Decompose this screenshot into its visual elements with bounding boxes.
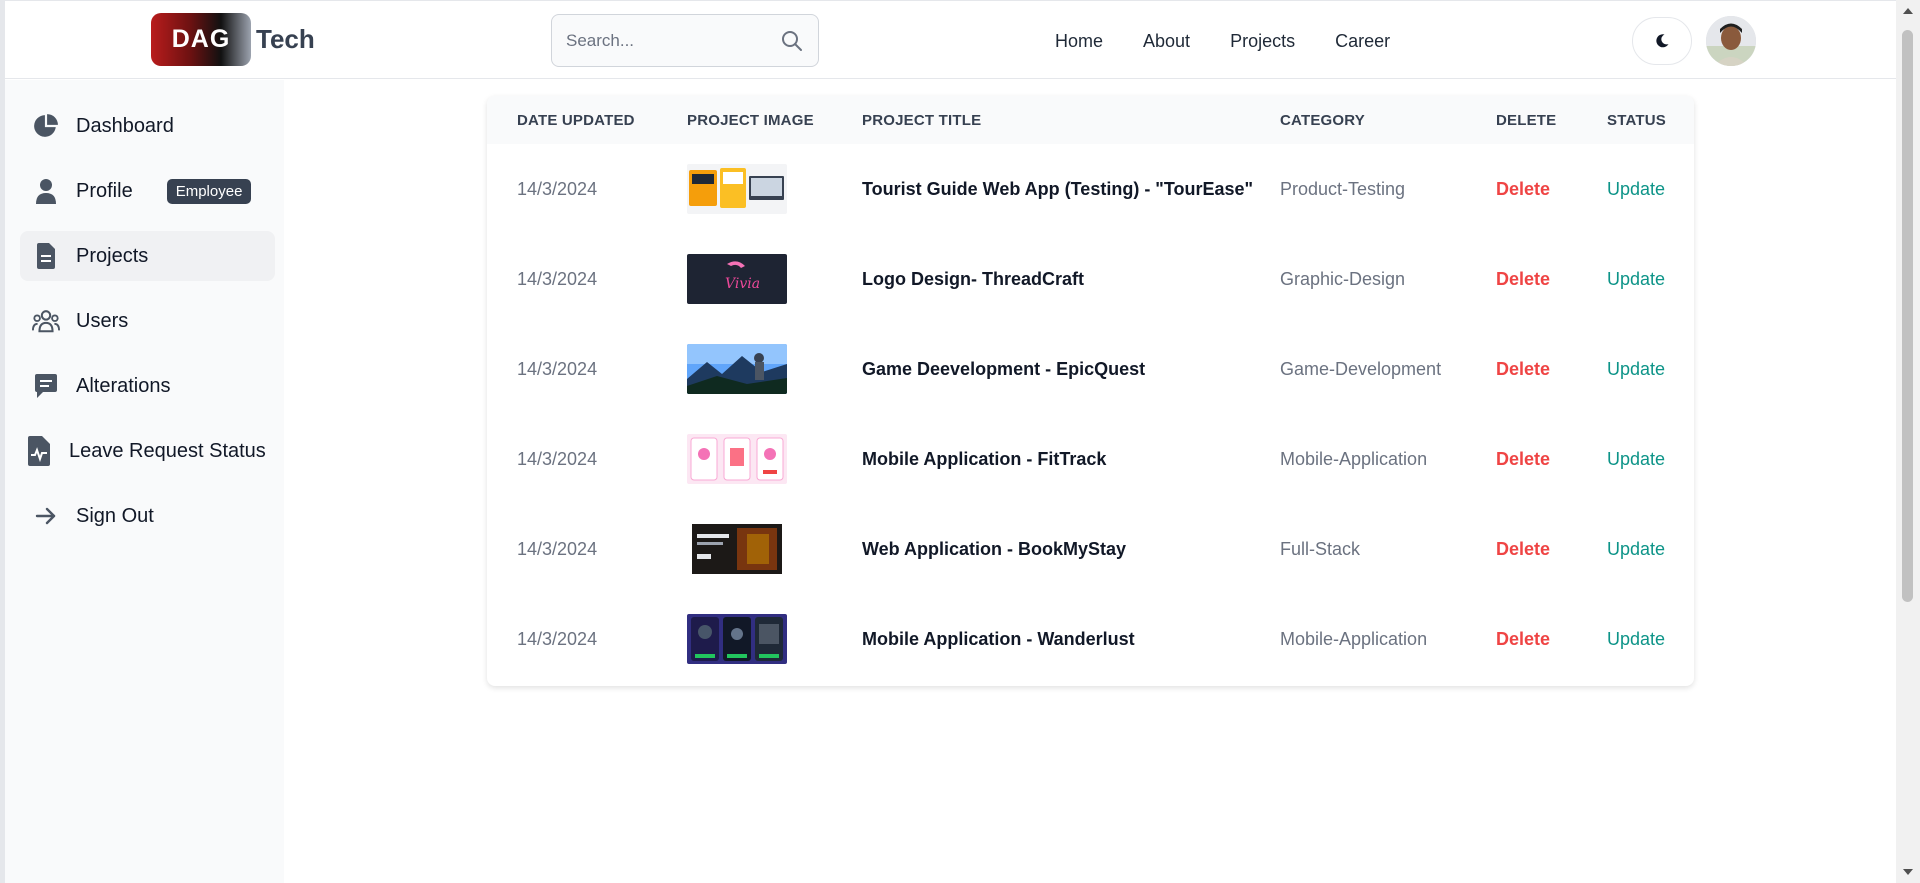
date-cell: 14/3/2024 bbox=[517, 538, 598, 559]
nav-about[interactable]: About bbox=[1143, 29, 1190, 53]
main-nav: Home About Projects Career bbox=[1055, 29, 1430, 53]
nav-home[interactable]: Home bbox=[1055, 29, 1103, 53]
delete-link[interactable]: Delete bbox=[1496, 234, 1550, 324]
brand-logo[interactable]: DAG Tech bbox=[151, 13, 315, 66]
table-header: Date updated Project image Project title… bbox=[487, 96, 1694, 144]
scrollbar-thumb[interactable] bbox=[1902, 30, 1913, 602]
col-delete: Delete bbox=[1496, 112, 1557, 129]
category-cell: Mobile-Application bbox=[1280, 448, 1428, 469]
sidebar-item-label: Profile bbox=[76, 179, 133, 202]
update-link[interactable]: Update bbox=[1607, 594, 1665, 684]
search-box bbox=[551, 14, 819, 67]
update-link[interactable]: Update bbox=[1607, 324, 1665, 414]
sidebar-item-alterations[interactable]: Alterations bbox=[20, 361, 275, 411]
date-cell: 14/3/2024 bbox=[517, 268, 598, 289]
sidebar-item-label: Alterations bbox=[76, 374, 171, 397]
document-icon bbox=[32, 242, 60, 270]
delete-link[interactable]: Delete bbox=[1496, 594, 1550, 684]
update-link[interactable]: Update bbox=[1607, 234, 1665, 324]
users-icon bbox=[32, 307, 60, 335]
col-project-image: Project image bbox=[687, 112, 814, 129]
date-cell: 14/3/2024 bbox=[517, 358, 598, 379]
avatar-image bbox=[1706, 16, 1756, 66]
sidebar-item-label: Dashboard bbox=[76, 114, 174, 137]
category-cell: Game-Development bbox=[1280, 358, 1442, 379]
delete-link[interactable]: Delete bbox=[1496, 144, 1550, 234]
table-row: 14/3/2024 Web Application - BookMyStay F… bbox=[487, 504, 1694, 594]
sidebar-item-users[interactable]: Users bbox=[20, 296, 275, 346]
theme-toggle-button[interactable] bbox=[1632, 17, 1692, 65]
category-cell: Product-Testing bbox=[1280, 178, 1406, 199]
sidebar-item-leave-request-status[interactable]: Leave Request Status bbox=[20, 426, 275, 476]
date-cell: 14/3/2024 bbox=[517, 448, 598, 469]
project-thumbnail[interactable] bbox=[687, 144, 787, 234]
sidebar-item-label: Leave Request Status bbox=[69, 439, 266, 462]
table-row: 14/3/2024 Vivia Logo Design- ThreadCraft… bbox=[487, 234, 1694, 324]
project-thumbnail[interactable] bbox=[687, 414, 787, 504]
moon-icon bbox=[1656, 34, 1669, 48]
project-title-cell: Web Application - BookMyStay bbox=[862, 538, 1127, 559]
project-thumbnail[interactable] bbox=[687, 594, 787, 684]
delete-link[interactable]: Delete bbox=[1496, 504, 1550, 594]
file-chart-icon bbox=[25, 436, 53, 466]
project-title-cell: Mobile Application - FitTrack bbox=[862, 448, 1107, 469]
date-cell: 14/3/2024 bbox=[517, 628, 598, 649]
col-project-title: Project title bbox=[862, 112, 982, 129]
update-link[interactable]: Update bbox=[1607, 504, 1665, 594]
scroll-down-arrow[interactable] bbox=[1903, 869, 1913, 875]
category-cell: Graphic-Design bbox=[1280, 268, 1406, 289]
col-category: Category bbox=[1280, 112, 1365, 129]
project-title-cell: Tourist Guide Web App (Testing) - "TourE… bbox=[862, 178, 1254, 199]
nav-career[interactable]: Career bbox=[1335, 29, 1390, 53]
user-avatar[interactable] bbox=[1706, 16, 1756, 66]
sidebar-item-label: Projects bbox=[76, 244, 149, 267]
svg-text:Vivia: Vivia bbox=[725, 276, 760, 292]
nav-projects[interactable]: Projects bbox=[1230, 29, 1295, 53]
sidebar: Dashboard Profile Employee Projects User… bbox=[5, 80, 284, 883]
project-title-cell: Mobile Application - Wanderlust bbox=[862, 628, 1135, 649]
logo-badge: DAG bbox=[151, 13, 251, 66]
update-link[interactable]: Update bbox=[1607, 414, 1665, 504]
search-icon[interactable] bbox=[780, 29, 804, 53]
projects-table: Date updated Project image Project title… bbox=[487, 96, 1694, 686]
category-cell: Mobile-Application bbox=[1280, 628, 1428, 649]
pie-chart-icon bbox=[32, 112, 60, 140]
sidebar-item-sign-out[interactable]: Sign Out bbox=[20, 491, 275, 541]
arrow-right-icon bbox=[32, 502, 60, 530]
date-cell: 14/3/2024 bbox=[517, 178, 598, 199]
sidebar-item-dashboard[interactable]: Dashboard bbox=[20, 101, 275, 151]
sidebar-item-label: Sign Out bbox=[76, 504, 154, 527]
role-badge: Employee bbox=[166, 178, 252, 204]
project-thumbnail[interactable]: Vivia bbox=[687, 234, 787, 324]
table-row: 14/3/2024 Game Deevelopment - EpicQuest … bbox=[487, 324, 1694, 414]
table-row: 14/3/2024 Mobile Application - Wanderlus… bbox=[487, 594, 1694, 684]
project-title-cell: Game Deevelopment - EpicQuest bbox=[862, 358, 1146, 379]
project-thumbnail[interactable] bbox=[687, 504, 787, 594]
project-thumbnail[interactable] bbox=[687, 324, 787, 414]
sidebar-item-profile[interactable]: Profile Employee bbox=[20, 166, 275, 216]
search-input[interactable] bbox=[552, 15, 762, 66]
top-navbar: DAG Tech Home About Projects Career bbox=[5, 1, 1896, 79]
scroll-up-arrow[interactable] bbox=[1903, 8, 1913, 14]
col-status: Status bbox=[1607, 112, 1666, 129]
sidebar-item-projects[interactable]: Projects bbox=[20, 231, 275, 281]
delete-link[interactable]: Delete bbox=[1496, 414, 1550, 504]
sidebar-item-label: Users bbox=[76, 309, 129, 332]
user-icon bbox=[32, 177, 60, 205]
table-row: 14/3/2024 Tourist Guide Web App (Testing… bbox=[487, 144, 1694, 234]
logo-text: Tech bbox=[256, 24, 315, 54]
chat-icon bbox=[32, 372, 60, 400]
table-row: 14/3/2024 Mobile Application - FitTrack … bbox=[487, 414, 1694, 504]
category-cell: Full-Stack bbox=[1280, 538, 1361, 559]
delete-link[interactable]: Delete bbox=[1496, 324, 1550, 414]
col-date-updated: Date updated bbox=[517, 112, 635, 129]
update-link[interactable]: Update bbox=[1607, 144, 1665, 234]
project-title-cell: Logo Design- ThreadCraft bbox=[862, 268, 1085, 289]
